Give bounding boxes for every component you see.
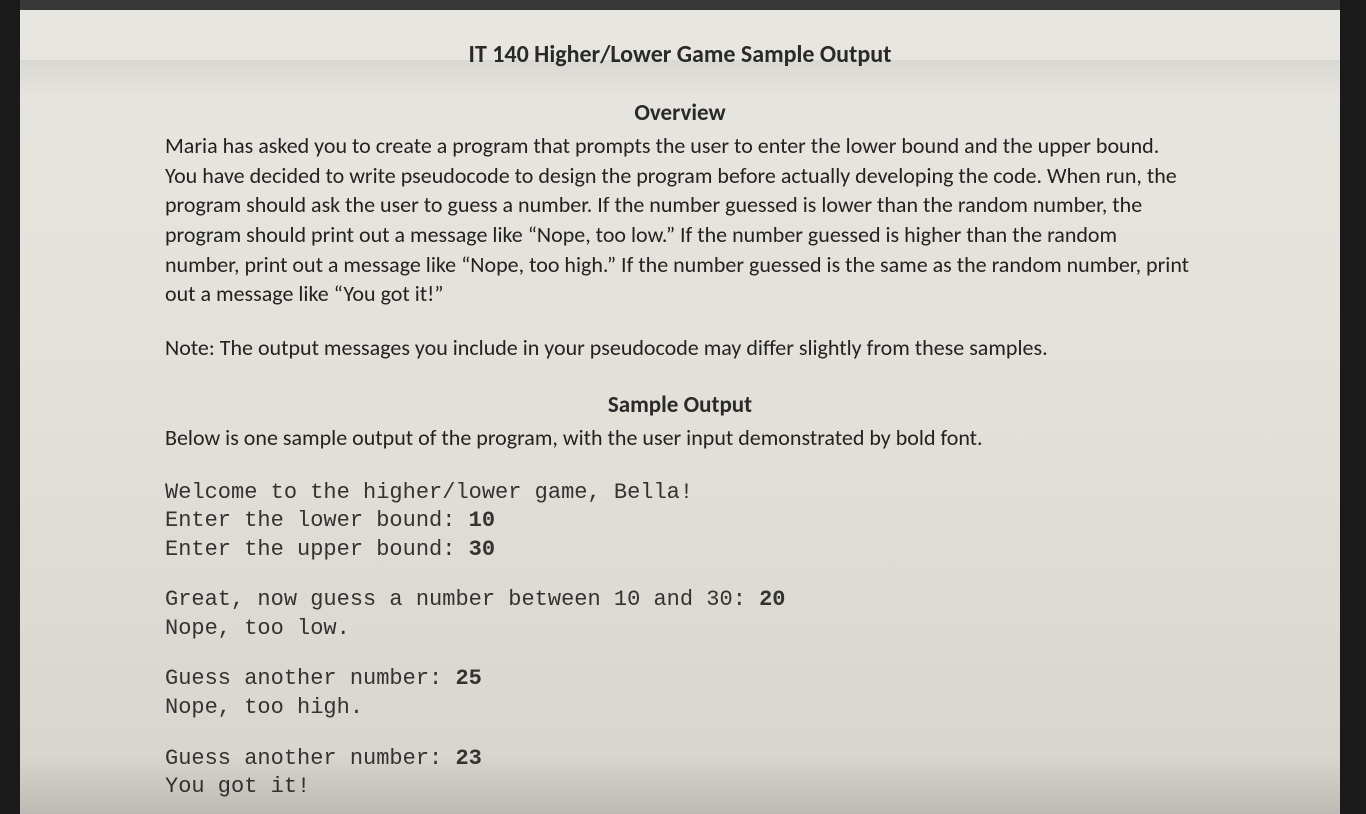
output-prompt-text: Enter the upper bound: <box>165 537 469 562</box>
output-prompt-text: Nope, too high. <box>165 695 363 720</box>
output-prompt-text: You got it! <box>165 774 310 799</box>
output-block: Guess another number: 23You got it! <box>165 745 1195 802</box>
output-block: Guess another number: 25Nope, too high. <box>165 665 1195 722</box>
overview-note: Note: The output messages you include in… <box>165 333 1195 363</box>
output-line: Nope, too low. <box>165 615 1195 644</box>
output-line: You got it! <box>165 773 1195 802</box>
output-prompt-text: Great, now guess a number between 10 and… <box>165 587 759 612</box>
overview-heading: Overview <box>165 99 1195 127</box>
document-page: IT 140 Higher/Lower Game Sample Output O… <box>20 0 1340 814</box>
overview-paragraph: Maria has asked you to create a program … <box>165 131 1195 309</box>
output-user-input: 10 <box>469 508 495 533</box>
sample-output-intro: Below is one sample output of the progra… <box>165 423 1195 453</box>
output-user-input: 20 <box>759 587 785 612</box>
output-user-input: 30 <box>469 537 495 562</box>
sample-output-heading: Sample Output <box>165 391 1195 419</box>
output-block: Great, now guess a number between 10 and… <box>165 586 1195 643</box>
output-block: Welcome to the higher/lower game, Bella!… <box>165 479 1195 565</box>
output-line: Guess another number: 25 <box>165 665 1195 694</box>
output-prompt-text: Guess another number: <box>165 666 455 691</box>
output-line: Great, now guess a number between 10 and… <box>165 586 1195 615</box>
output-user-input: 25 <box>455 666 481 691</box>
output-line: Welcome to the higher/lower game, Bella! <box>165 479 1195 508</box>
output-prompt-text: Welcome to the higher/lower game, Bella! <box>165 480 693 505</box>
output-line: Enter the upper bound: 30 <box>165 536 1195 565</box>
output-line: Guess another number: 23 <box>165 745 1195 774</box>
output-line: Nope, too high. <box>165 694 1195 723</box>
output-prompt-text: Enter the lower bound: <box>165 508 469 533</box>
output-prompt-text: Guess another number: <box>165 746 455 771</box>
output-prompt-text: Nope, too low. <box>165 616 350 641</box>
output-user-input: 23 <box>455 746 481 771</box>
document-title: IT 140 Higher/Lower Game Sample Output <box>165 40 1195 69</box>
output-line: Enter the lower bound: 10 <box>165 507 1195 536</box>
sample-output-block: Welcome to the higher/lower game, Bella!… <box>165 479 1195 802</box>
